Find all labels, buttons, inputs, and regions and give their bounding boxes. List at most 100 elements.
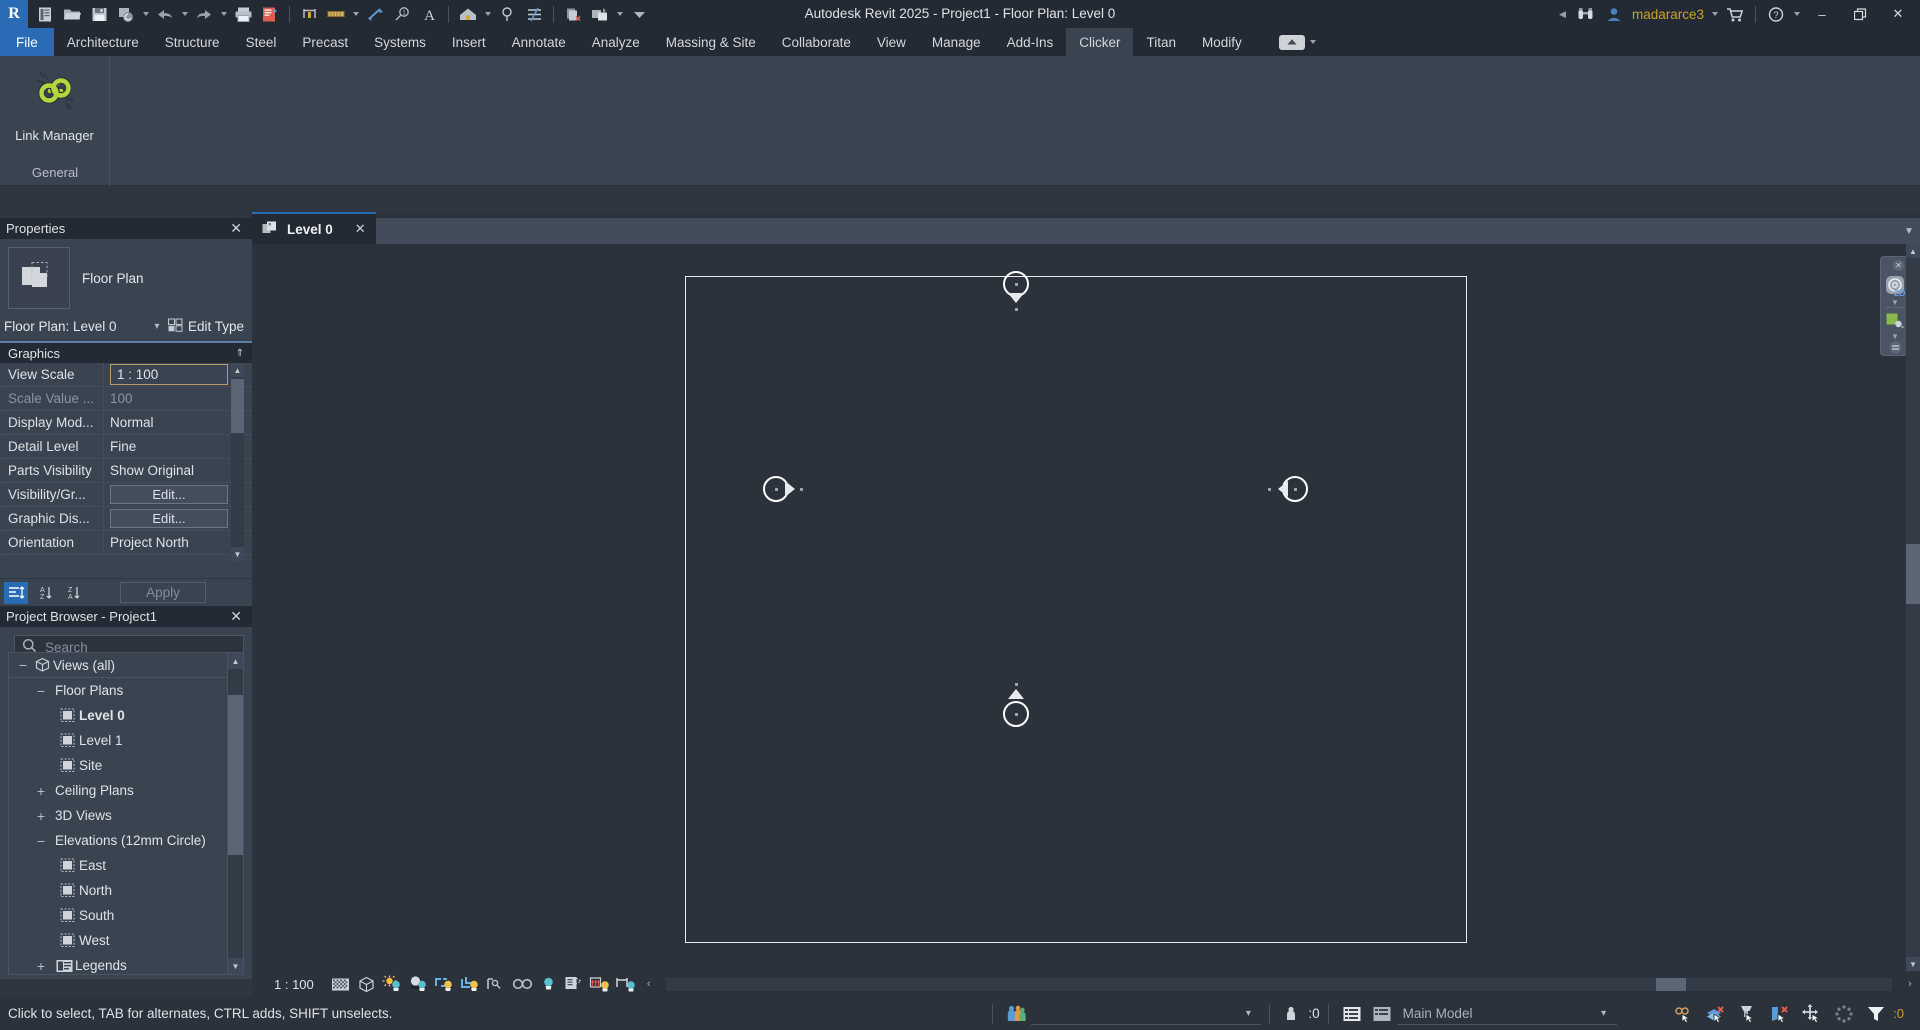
property-row-display-model[interactable]: Display Mod... Normal (0, 411, 252, 435)
select-links-icon[interactable] (1701, 1002, 1731, 1026)
ribbon-tab-add-ins[interactable]: Add-Ins (994, 28, 1067, 56)
canvas-scroll-thumb[interactable] (1906, 544, 1920, 604)
property-row-detail-level[interactable]: Detail Level Fine (0, 435, 252, 459)
elevation-drag-dot[interactable] (1015, 683, 1018, 686)
tree-scroll-up-button[interactable]: ▲ (228, 653, 243, 669)
avatar[interactable] (1601, 1, 1627, 27)
user-dropdown-caret-icon[interactable] (1709, 1, 1720, 27)
shopping-cart-icon[interactable] (1722, 1, 1748, 27)
ribbon-tab-precast[interactable]: Precast (289, 28, 361, 56)
exclude-options-icon[interactable] (1669, 1002, 1699, 1026)
expander-icon[interactable]: + (33, 783, 49, 799)
property-row-view-scale[interactable]: View Scale 1 : 100 (0, 363, 252, 387)
open-folder-icon[interactable] (59, 1, 85, 27)
measure-icon[interactable] (296, 1, 322, 27)
view-cube-icon[interactable] (1881, 312, 1909, 330)
text-icon[interactable]: A (416, 1, 442, 27)
switch-windows-dropdown-caret-icon[interactable] (614, 1, 625, 27)
default-3d-view-icon[interactable] (455, 1, 481, 27)
properties-scroll-up-button[interactable]: ▲ (231, 363, 244, 377)
project-browser-close-icon[interactable]: ✕ (226, 608, 246, 625)
ribbon-tab-systems[interactable]: Systems (361, 28, 439, 56)
expander-icon[interactable]: − (15, 657, 31, 673)
tree-item-ceiling-plans[interactable]: + Ceiling Plans (9, 778, 243, 803)
tree-item-west[interactable]: West (9, 928, 243, 953)
nav-menu-icon[interactable] (1881, 341, 1909, 354)
collapse-left-caret-icon[interactable]: ◀ (1554, 9, 1571, 20)
ribbon-tab-structure[interactable]: Structure (152, 28, 233, 56)
ribbon-tab-view[interactable]: View (864, 28, 919, 56)
tree-item-floor-plans[interactable]: − Floor Plans (9, 678, 243, 703)
tree-item-level-1[interactable]: Level 1 (9, 728, 243, 753)
elevation-drag-dot[interactable] (800, 488, 803, 491)
tree-item-site[interactable]: Site (9, 753, 243, 778)
close-icon[interactable]: ✕ (1893, 260, 1904, 271)
close-hidden-windows-icon[interactable] (560, 1, 586, 27)
property-value[interactable]: Show Original (104, 459, 252, 482)
print-icon[interactable] (230, 1, 256, 27)
elevation-marker-north[interactable] (999, 271, 1033, 321)
ribbon-tab-architecture[interactable]: Architecture (54, 28, 152, 56)
ribbon-tab-steel[interactable]: Steel (233, 28, 290, 56)
tree-item-level-0[interactable]: Level 0 (9, 703, 243, 728)
canvas-horizontal-scrollbar[interactable] (666, 978, 1892, 991)
chevron-down-icon-2[interactable]: ▼ (1881, 332, 1909, 341)
design-options-edit-icon[interactable] (1367, 1002, 1397, 1026)
tag-icon[interactable]: 1 (389, 1, 415, 27)
ribbon-tab-file[interactable]: File (0, 28, 54, 56)
group-sort-button[interactable] (4, 582, 28, 604)
detail-level-icon[interactable] (328, 973, 354, 995)
project-browser-scrollbar[interactable]: ▲ ▼ (227, 653, 243, 974)
drag-elements-icon[interactable] (1797, 1002, 1827, 1026)
tree-item-3d-views[interactable]: + 3D Views (9, 803, 243, 828)
customize-qat-icon[interactable] (626, 1, 652, 27)
tree-scroll-down-button[interactable]: ▼ (228, 958, 243, 974)
filter-icon[interactable] (1861, 1002, 1891, 1026)
sun-path-icon[interactable] (380, 973, 406, 995)
ribbon-tab-titan[interactable]: Titan (1133, 28, 1189, 56)
crop-region-boundary[interactable] (685, 276, 1467, 943)
new-project-icon[interactable] (32, 1, 58, 27)
close-button[interactable]: ✕ (1880, 0, 1916, 28)
detail-line-icon[interactable] (362, 1, 388, 27)
username-label[interactable]: madararce3 (1629, 7, 1707, 22)
ribbon-tab-collaborate[interactable]: Collaborate (769, 28, 864, 56)
thin-lines-icon[interactable] (521, 1, 547, 27)
view-scale-label[interactable]: 1 : 100 (252, 977, 328, 992)
properties-scroll-thumb[interactable] (231, 379, 244, 433)
workset-combobox[interactable]: ▾ (1031, 1003, 1261, 1025)
apply-button[interactable]: Apply (120, 582, 206, 603)
ribbon-tab-insert[interactable]: Insert (439, 28, 499, 56)
sort-ascending-button[interactable]: AZ (32, 582, 56, 604)
editing-request-icon[interactable] (1278, 1002, 1308, 1026)
tree-item-south[interactable]: South (9, 903, 243, 928)
switch-windows-icon[interactable] (587, 1, 613, 27)
ribbon-display-caret-icon[interactable] (1308, 29, 1319, 55)
expander-icon[interactable]: + (33, 958, 49, 974)
section-icon[interactable] (494, 1, 520, 27)
aligned-dimension-icon[interactable] (323, 1, 349, 27)
elevation-drag-dot[interactable] (1015, 308, 1018, 311)
elevation-drag-dot[interactable] (1268, 488, 1271, 491)
view-tab-level-0[interactable]: Level 0 ✕ (252, 212, 376, 244)
constraints-icon[interactable] (614, 973, 640, 995)
design-options-combobox[interactable]: Main Model ▾ (1397, 1003, 1617, 1025)
sort-descending-button[interactable]: ZA (60, 582, 84, 604)
property-value-cell[interactable]: 1 : 100 (104, 363, 252, 386)
3d-view-dropdown-caret-icon[interactable] (482, 1, 493, 27)
shadows-icon[interactable] (406, 973, 432, 995)
property-value-cell[interactable]: Edit... (104, 507, 252, 530)
ribbon-tab-modify[interactable]: Modify (1189, 28, 1255, 56)
property-row-orientation[interactable]: Orientation Project North (0, 531, 252, 555)
ribbon-display-chip-icon[interactable] (1279, 35, 1305, 50)
undo-icon[interactable] (152, 1, 178, 27)
worksets-icon[interactable] (1001, 1004, 1031, 1023)
show-crop-region-icon[interactable] (484, 973, 510, 995)
revit-logo-icon[interactable]: R (0, 0, 28, 28)
view-tab-close-icon[interactable]: ✕ (341, 221, 366, 237)
view-scale-input[interactable]: 1 : 100 (110, 364, 228, 385)
chevron-down-icon[interactable]: ▼ (1881, 298, 1909, 307)
chevron-down-icon[interactable]: ▾ (1597, 1008, 1611, 1019)
canvas-horizontal-scroll-thumb[interactable] (1656, 978, 1686, 991)
graphic-display-edit-button[interactable]: Edit... (110, 509, 228, 528)
